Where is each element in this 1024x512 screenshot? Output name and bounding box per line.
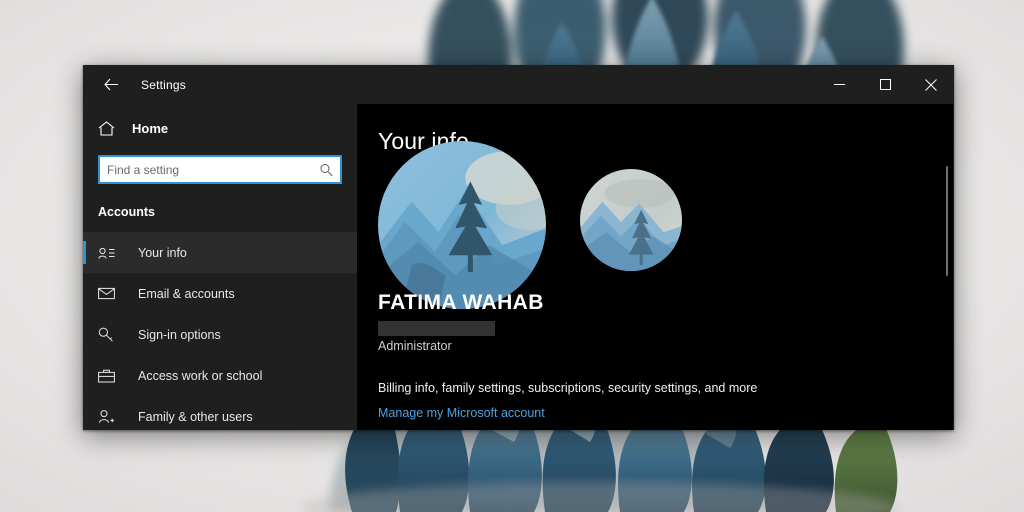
sidebar-item-email-accounts[interactable]: Email & accounts	[83, 273, 357, 314]
settings-window: Settings Home Find a setting Accounts Yo…	[83, 65, 954, 430]
billing-info-text: Billing info, family settings, subscript…	[378, 381, 758, 395]
sidebar-item-label: Access work or school	[138, 368, 263, 383]
sidebar-home-label: Home	[132, 120, 169, 136]
mountain-pine-avatar	[378, 141, 546, 309]
sidebar-item-label: Your info	[138, 245, 187, 260]
window-title: Settings	[141, 77, 186, 92]
avatar-large[interactable]	[378, 141, 546, 309]
redacted-email-bar	[378, 321, 495, 336]
search-box[interactable]	[98, 155, 342, 184]
sidebar-item-your-info[interactable]: Your info	[83, 232, 357, 273]
window-body: Home Accounts	[83, 104, 954, 430]
minimize-button[interactable]	[816, 65, 862, 104]
mountain-pine-avatar	[580, 169, 682, 271]
close-button[interactable]	[908, 65, 954, 104]
avatar-small[interactable]	[580, 169, 682, 271]
sidebar-item-sign-in-options[interactable]: Sign-in options	[83, 314, 357, 355]
sidebar-item-label: Sign-in options	[138, 327, 221, 342]
window-controls	[816, 65, 954, 104]
back-button[interactable]	[89, 69, 133, 101]
search-input[interactable]	[100, 157, 340, 182]
user-name: FATIMA WAHAB	[378, 291, 544, 314]
close-icon	[925, 78, 937, 91]
window-titlebar[interactable]: Settings	[83, 65, 954, 104]
briefcase-icon	[98, 369, 120, 383]
settings-sidebar: Home Accounts	[83, 104, 357, 430]
content-panel: Your info FATIMA WAHAB Administrator Bil…	[357, 104, 954, 430]
account-type: Administrator	[378, 339, 452, 353]
person-add-icon	[98, 409, 120, 424]
sidebar-item-access-work-school[interactable]: Access work or school	[83, 355, 357, 396]
maximize-button[interactable]	[862, 65, 908, 104]
scrollbar-thumb[interactable]	[946, 166, 948, 276]
maximize-icon	[879, 79, 891, 90]
sidebar-item-family-other-users[interactable]: Family & other users	[83, 396, 357, 430]
person-card-icon	[98, 246, 120, 260]
search-container	[83, 146, 357, 184]
avatar-row	[378, 141, 954, 309]
back-arrow-icon	[103, 78, 118, 91]
sidebar-nav-list: Your info Email & accounts Sign-in optio…	[83, 232, 357, 430]
sidebar-item-label: Email & accounts	[138, 286, 235, 301]
sidebar-section-heading: Accounts	[98, 205, 155, 219]
sidebar-item-label: Family & other users	[138, 409, 253, 424]
sidebar-item-home[interactable]: Home	[83, 110, 357, 146]
minimize-icon	[833, 84, 845, 85]
envelope-icon	[98, 287, 120, 300]
content-scrollbar[interactable]	[942, 104, 952, 430]
key-icon	[98, 327, 120, 342]
manage-microsoft-account-link[interactable]: Manage my Microsoft account	[378, 406, 545, 420]
home-icon	[98, 120, 115, 136]
